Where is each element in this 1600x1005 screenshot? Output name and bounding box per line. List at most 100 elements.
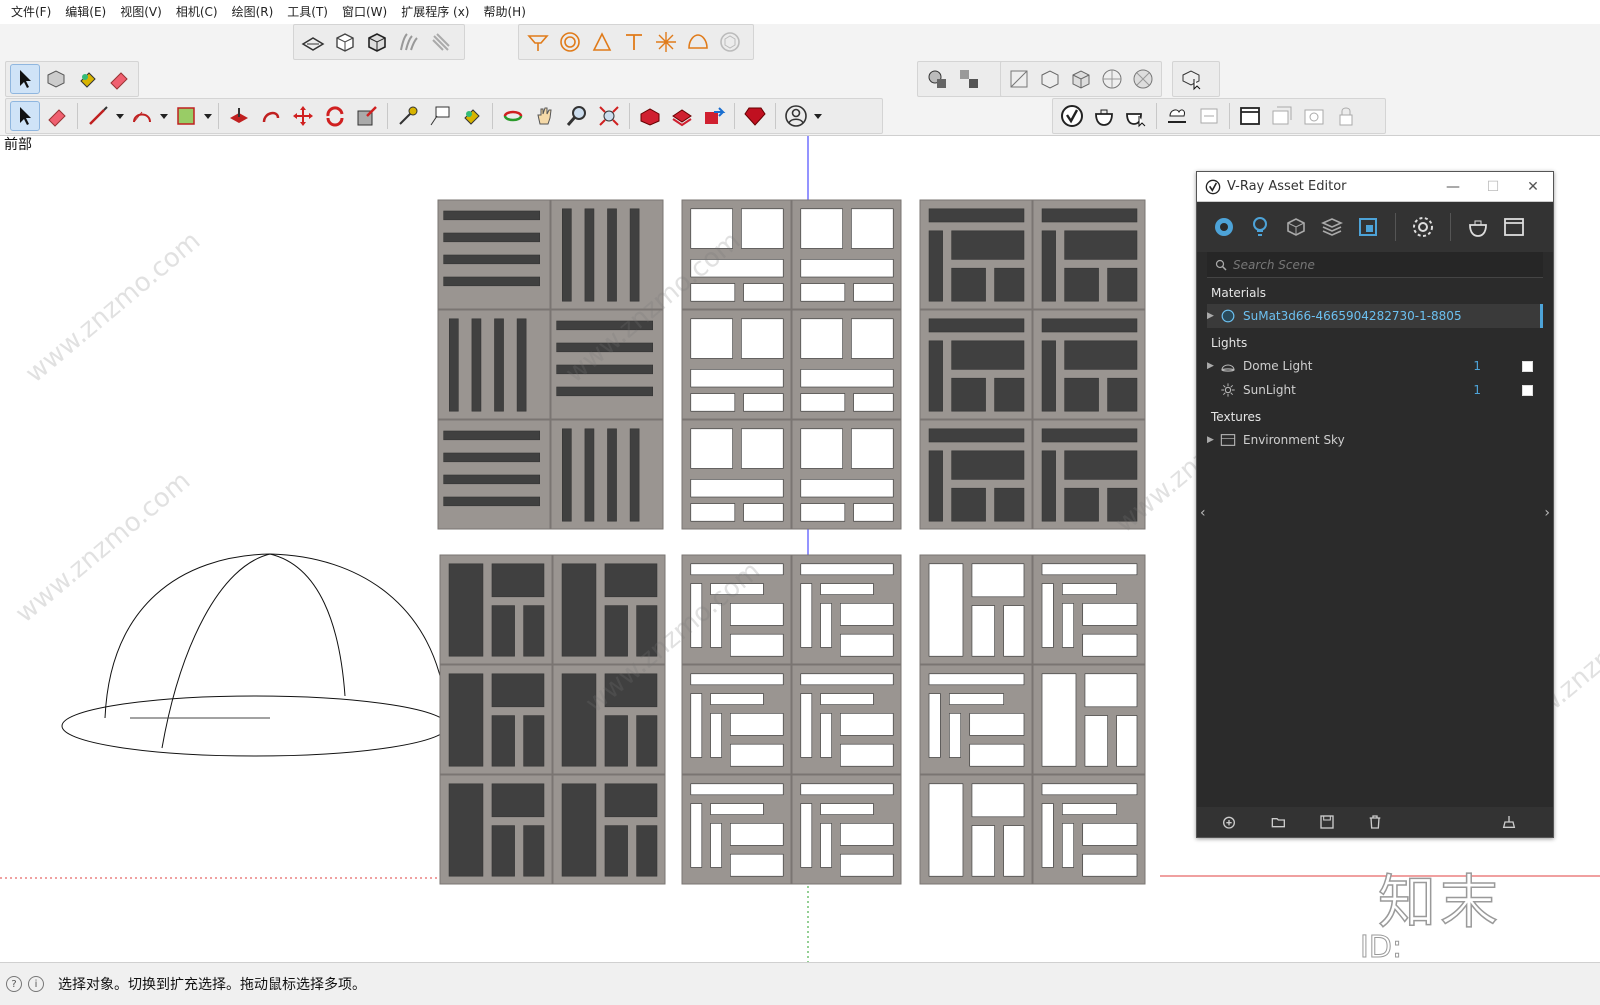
vray-interactive-icon[interactable] — [1121, 101, 1151, 131]
arc-tool-icon[interactable] — [127, 101, 157, 131]
section-plane-icon[interactable] — [298, 27, 328, 57]
text-tool-icon[interactable] — [425, 101, 455, 131]
fog-icon[interactable] — [426, 27, 456, 57]
front-view-icon[interactable] — [1067, 64, 1096, 94]
component-options-icon[interactable] — [922, 64, 952, 94]
from-scratch-icon[interactable] — [555, 27, 585, 57]
open-folder-icon[interactable] — [1269, 813, 1289, 831]
from-contours-icon[interactable] — [523, 27, 553, 57]
flip-edge-icon[interactable] — [715, 27, 745, 57]
share-model-icon[interactable] — [699, 101, 729, 131]
menu-item[interactable]: 编辑(E) — [58, 0, 113, 24]
light-enabled-checkbox[interactable] — [1522, 360, 1533, 372]
account-icon[interactable] — [781, 101, 811, 131]
back-view-icon[interactable] — [1128, 64, 1157, 94]
arc-dropdown-icon[interactable] — [159, 101, 169, 131]
minimize-icon[interactable]: — — [1433, 172, 1473, 202]
add-detail-icon[interactable] — [683, 27, 713, 57]
add-asset-icon[interactable] — [1219, 813, 1239, 831]
scale-icon[interactable] — [352, 101, 382, 131]
close-icon[interactable]: ✕ — [1513, 172, 1553, 202]
expand-arrow-icon[interactable]: ▶ — [1207, 361, 1219, 371]
zoom-extents-icon[interactable] — [594, 101, 624, 131]
component-attributes-icon[interactable] — [954, 64, 984, 94]
settings-gear-icon[interactable] — [1408, 212, 1438, 242]
pan-icon[interactable] — [530, 101, 560, 131]
light-item-sun[interactable]: SunLight 1 — [1207, 378, 1543, 402]
push-pull-icon[interactable] — [224, 101, 254, 131]
light-item-dome[interactable]: ▶ Dome Light 1 — [1207, 354, 1543, 378]
ruby-console-icon[interactable] — [740, 101, 770, 131]
materials-tab-icon[interactable] — [1209, 212, 1239, 242]
textures-tab-icon[interactable] — [1353, 212, 1383, 242]
texture-item[interactable]: ▶ Environment Sky — [1207, 428, 1543, 452]
frame-buffer-icon[interactable] — [1499, 212, 1529, 242]
material-item[interactable]: ▶ SuMat3d66-4665904282730-1-8805 — [1207, 304, 1543, 328]
rectangle-tool-icon[interactable] — [171, 101, 201, 131]
tape-measure-icon[interactable] — [393, 101, 423, 131]
top-view-icon[interactable] — [1036, 64, 1065, 94]
expand-arrow-icon[interactable]: ▶ — [1207, 311, 1219, 321]
rotate-icon[interactable] — [320, 101, 350, 131]
paint-bucket-icon[interactable] — [73, 64, 102, 94]
menu-item[interactable]: 工具(T) — [280, 0, 335, 24]
save-icon[interactable] — [1317, 813, 1337, 831]
vray-lock-icon[interactable] — [1331, 101, 1361, 131]
render-teapot-icon[interactable] — [1463, 212, 1493, 242]
vray-lights-gen-icon[interactable] — [1299, 101, 1329, 131]
paint-icon[interactable] — [457, 101, 487, 131]
expand-arrow-icon[interactable]: ▶ — [1207, 435, 1219, 445]
vray-batch-icon[interactable] — [1194, 101, 1224, 131]
light-enabled-checkbox[interactable] — [1522, 384, 1533, 396]
stamp-icon[interactable] — [619, 27, 649, 57]
make-component-icon[interactable] — [42, 64, 71, 94]
purge-icon[interactable] — [1499, 813, 1519, 831]
render-elements-tab-icon[interactable] — [1317, 212, 1347, 242]
drape-icon[interactable] — [651, 27, 681, 57]
geo-location-icon[interactable]: ? — [6, 976, 22, 992]
line-dropdown-icon[interactable] — [115, 101, 125, 131]
vray-logo-icon[interactable] — [1057, 101, 1087, 131]
menu-item[interactable]: 扩展程序 (x) — [394, 0, 476, 24]
menu-item[interactable]: 相机(C) — [169, 0, 225, 24]
rectangle-dropdown-icon[interactable] — [203, 101, 213, 131]
move-icon[interactable] — [288, 101, 318, 131]
backedges-cube-icon[interactable] — [362, 27, 392, 57]
smoove-icon[interactable] — [587, 27, 617, 57]
texture-name: Environment Sky — [1243, 433, 1345, 447]
warehouse-icon[interactable] — [635, 101, 665, 131]
expand-right-icon[interactable]: › — [1544, 505, 1550, 521]
menu-item[interactable]: 文件(F) — [4, 0, 58, 24]
collapse-left-icon[interactable]: ‹ — [1200, 505, 1206, 521]
follow-me-icon[interactable] — [256, 101, 286, 131]
help-info-icon[interactable]: i — [28, 976, 44, 992]
shadows-icon[interactable] — [394, 27, 424, 57]
search-input[interactable] — [1233, 257, 1513, 272]
line-tool-icon[interactable] — [83, 101, 113, 131]
select-tool-icon[interactable] — [10, 101, 40, 131]
zoom-icon[interactable] — [562, 101, 592, 131]
extension-warehouse-icon[interactable] — [667, 101, 697, 131]
menu-item[interactable]: 绘图(R) — [225, 0, 281, 24]
right-view-icon[interactable] — [1097, 64, 1126, 94]
account-dropdown-icon[interactable] — [813, 101, 823, 131]
menu-item[interactable]: 帮助(H) — [476, 0, 532, 24]
menu-item[interactable]: 窗口(W) — [335, 0, 394, 24]
select-arrow-icon[interactable] — [10, 64, 40, 94]
iso-view-icon[interactable] — [1005, 64, 1034, 94]
orbit-icon[interactable] — [498, 101, 528, 131]
eraser-tool-icon[interactable] — [42, 101, 72, 131]
vray-render-icon[interactable] — [1089, 101, 1119, 131]
lights-tab-icon[interactable] — [1245, 212, 1275, 242]
vray-render-region-icon[interactable] — [1267, 101, 1297, 131]
eraser-icon[interactable] — [105, 64, 134, 94]
vray-frame-buffer-icon[interactable] — [1235, 101, 1265, 131]
interact-icon[interactable] — [1177, 64, 1207, 94]
delete-icon[interactable] — [1365, 813, 1385, 831]
vray-titlebar[interactable]: V-Ray Asset Editor — ☐ ✕ — [1197, 172, 1553, 202]
geometry-tab-icon[interactable] — [1281, 212, 1311, 242]
xray-cube-icon[interactable] — [330, 27, 360, 57]
vray-cloud-icon[interactable] — [1162, 101, 1192, 131]
maximize-icon[interactable]: ☐ — [1473, 172, 1513, 202]
menu-item[interactable]: 视图(V) — [113, 0, 169, 24]
